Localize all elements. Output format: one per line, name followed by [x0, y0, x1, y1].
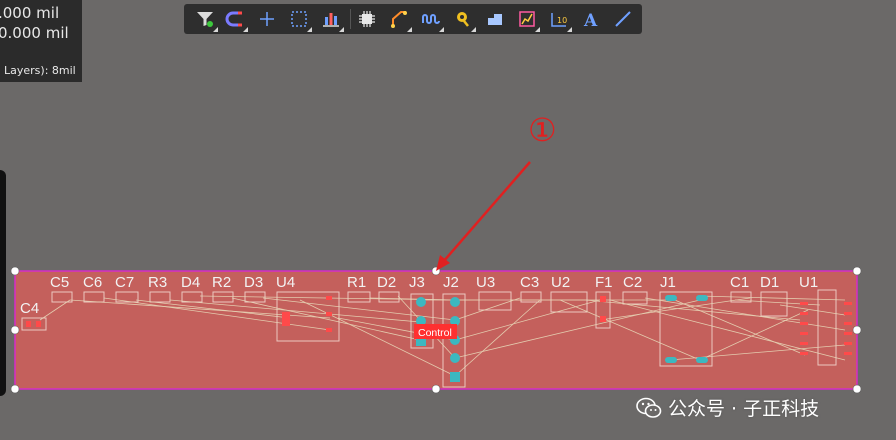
designator-U2: U2 [551, 274, 570, 291]
designator-J1: J1 [660, 274, 676, 291]
designator-C1: C1 [730, 274, 749, 291]
resize-handle-tr[interactable] [852, 266, 862, 276]
resize-handle-bottom[interactable] [431, 384, 441, 394]
designator-C7: C7 [115, 274, 134, 291]
pcb-canvas[interactable]: C4 C5 C6 C7 R3 D4 R2 D3 U4 R1 D2 J3 J2 U… [0, 0, 896, 440]
designator-U1: U1 [799, 274, 818, 291]
designator-R1: R1 [347, 274, 366, 291]
designator-F1: F1 [595, 274, 613, 291]
designator-C3: C3 [520, 274, 539, 291]
designator-D2: D2 [377, 274, 396, 291]
resize-handle-left[interactable] [10, 325, 20, 335]
designator-C5: C5 [50, 274, 69, 291]
annotation-arrow [436, 161, 531, 271]
resize-handle-right[interactable] [852, 325, 862, 335]
resize-handle-bl[interactable] [10, 384, 20, 394]
svg-text:Control: Control [418, 327, 452, 339]
designator-R3: R3 [148, 274, 167, 291]
wechat-icon [636, 397, 662, 418]
designator-C2: C2 [623, 274, 642, 291]
resize-handle-tl[interactable] [10, 266, 20, 276]
designator-J3: J3 [409, 274, 425, 291]
designator-J2: J2 [443, 274, 459, 291]
designator-D1: D1 [760, 274, 779, 291]
watermark-text: 公众号 · 子正科技 [668, 398, 820, 420]
watermark: 公众号 · 子正科技 [636, 394, 820, 420]
annotation-marker-1: ① [528, 111, 557, 149]
designator-U4: U4 [276, 274, 295, 291]
designator-R2: R2 [212, 274, 231, 291]
resize-handle-br[interactable] [852, 384, 862, 394]
designator-U3: U3 [476, 274, 495, 291]
designator-C4: C4 [20, 300, 39, 317]
net-label-control: Control [414, 324, 457, 339]
designator-D3: D3 [244, 274, 263, 291]
designator-D4: D4 [181, 274, 200, 291]
designator-C6: C6 [83, 274, 102, 291]
